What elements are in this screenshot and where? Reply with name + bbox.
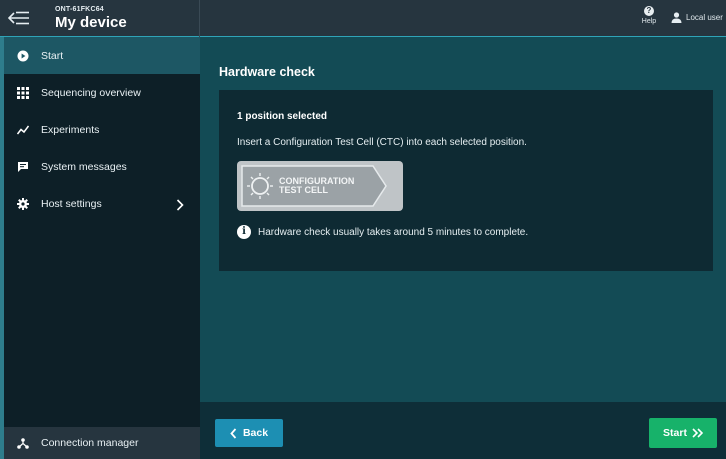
connection-manager-label: Connection manager	[41, 437, 139, 449]
gear-icon	[16, 197, 30, 211]
back-button-label: Back	[242, 427, 269, 439]
play-circle-icon	[16, 49, 30, 63]
device-id: ONT-61FKC64	[55, 6, 104, 13]
sidebar-item-experiments[interactable]: Experiments	[4, 111, 200, 148]
ctc-image: CONFIGURATION TEST CELL	[237, 161, 403, 211]
instruction-text: Insert a Configuration Test Cell (CTC) i…	[237, 137, 527, 148]
sidebar-item-label: Start	[41, 49, 64, 62]
start-button-label: Start	[663, 427, 687, 439]
chat-bubble-icon	[16, 160, 30, 174]
sidebar-item-host-settings[interactable]: Host settings	[4, 185, 200, 222]
selection-count: 1 position selected	[237, 111, 328, 122]
grid-icon	[16, 86, 30, 100]
sidebar: Start Sequencing overview Experiments Sy…	[0, 37, 200, 459]
help-icon: ?	[644, 6, 654, 16]
device-title-block: ONT-61FKC64 My device	[0, 0, 200, 37]
hardware-check-card: 1 position selected Insert a Configurati…	[219, 90, 713, 271]
double-chevron-right-icon	[692, 428, 703, 438]
back-button[interactable]: Back	[215, 419, 283, 447]
footer-bar: Back Start	[200, 402, 726, 459]
main-content: Hardware check 1 position selected Inser…	[200, 37, 726, 402]
sidebar-item-system-messages[interactable]: System messages	[4, 148, 200, 185]
chevron-left-icon	[230, 427, 237, 439]
info-message: i Hardware check usually takes around 5 …	[237, 225, 528, 239]
sidebar-item-label: System messages	[41, 160, 127, 173]
sidebar-item-label: Host settings	[41, 197, 102, 210]
start-button[interactable]: Start	[649, 418, 717, 448]
ctc-label-line2: TEST CELL	[279, 185, 329, 195]
sidebar-item-start[interactable]: Start	[4, 37, 200, 74]
page-title: My device	[55, 14, 127, 31]
chevron-right-icon	[176, 198, 186, 211]
user-icon	[671, 12, 682, 23]
section-title: Hardware check	[219, 65, 315, 79]
menu-back-icon[interactable]	[6, 6, 32, 30]
info-text: Hardware check usually takes around 5 mi…	[258, 226, 529, 238]
trend-line-icon	[16, 123, 30, 137]
sidebar-item-label: Sequencing overview	[41, 86, 141, 99]
user-menu[interactable]: Local user	[671, 12, 723, 23]
help-button[interactable]: ? Help	[637, 6, 661, 25]
top-bar: ONT-61FKC64 My device ? Help Local user	[0, 0, 726, 37]
user-label: Local user	[686, 13, 723, 22]
info-icon: i	[237, 225, 251, 239]
network-icon	[16, 436, 30, 450]
connection-manager-item[interactable]: Connection manager	[4, 427, 200, 459]
sidebar-item-sequencing-overview[interactable]: Sequencing overview	[4, 74, 200, 111]
sidebar-item-label: Experiments	[41, 123, 100, 136]
help-label: Help	[641, 18, 657, 25]
